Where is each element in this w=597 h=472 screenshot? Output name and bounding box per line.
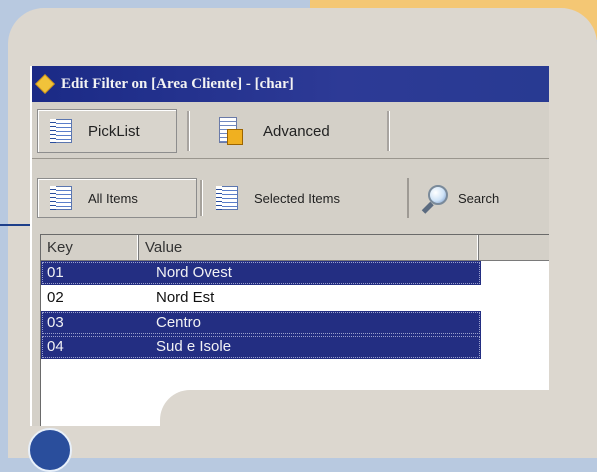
search-icon [418,183,448,214]
tab-advanced[interactable]: Advanced [207,109,372,153]
subtab-search[interactable]: Search [414,178,549,218]
list-icon [50,119,72,143]
subtab-divider [200,180,203,216]
advanced-filter-icon [217,117,243,145]
cell-key: 03 [47,314,64,331]
subtab-search-label: Search [458,190,500,206]
background-card-bottom [160,390,597,450]
subtab-all-items[interactable]: All Items [37,178,197,218]
title-bar[interactable]: Edit Filter on [Area Cliente] - [char] [32,66,549,102]
edit-filter-window: Edit Filter on [Area Cliente] - [char] P… [30,66,549,426]
grid-header: Key Value [41,235,549,261]
tab-picklist-label: PickList [88,122,140,140]
cell-value: Centro [156,314,202,331]
cell-key: 04 [47,338,64,355]
table-row[interactable]: 02 Nord Est [41,286,481,310]
tab-advanced-label: Advanced [263,122,330,140]
column-header-key[interactable]: Key [41,235,139,260]
decorative-circle [28,428,72,472]
subtab-selected-items-label: Selected Items [254,190,340,206]
cell-value: Nord Ovest [156,264,232,281]
subtab-selected-items[interactable]: Selected Items [204,178,409,218]
column-header-empty [479,235,549,260]
cell-value: Nord Est [156,289,215,306]
table-row[interactable]: 04 Sud e Isole [41,335,481,359]
list-icon [216,186,238,210]
cell-key: 02 [47,289,64,306]
cell-value: Sud e Isole [156,338,232,355]
subtab-all-items-label: All Items [88,190,138,206]
tab-picklist[interactable]: PickList [37,109,177,153]
table-row[interactable]: 01 Nord Ovest [41,261,481,285]
cell-key: 01 [47,264,64,281]
toolbar-divider [187,111,190,151]
app-diamond-icon [35,74,55,94]
list-icon [50,186,72,210]
window-title: Edit Filter on [Area Cliente] - [char] [61,75,294,92]
toolbar-divider [387,111,390,151]
table-row[interactable]: 03 Centro [41,311,481,335]
toolbar-separator [32,158,549,159]
column-header-value[interactable]: Value [139,235,479,260]
